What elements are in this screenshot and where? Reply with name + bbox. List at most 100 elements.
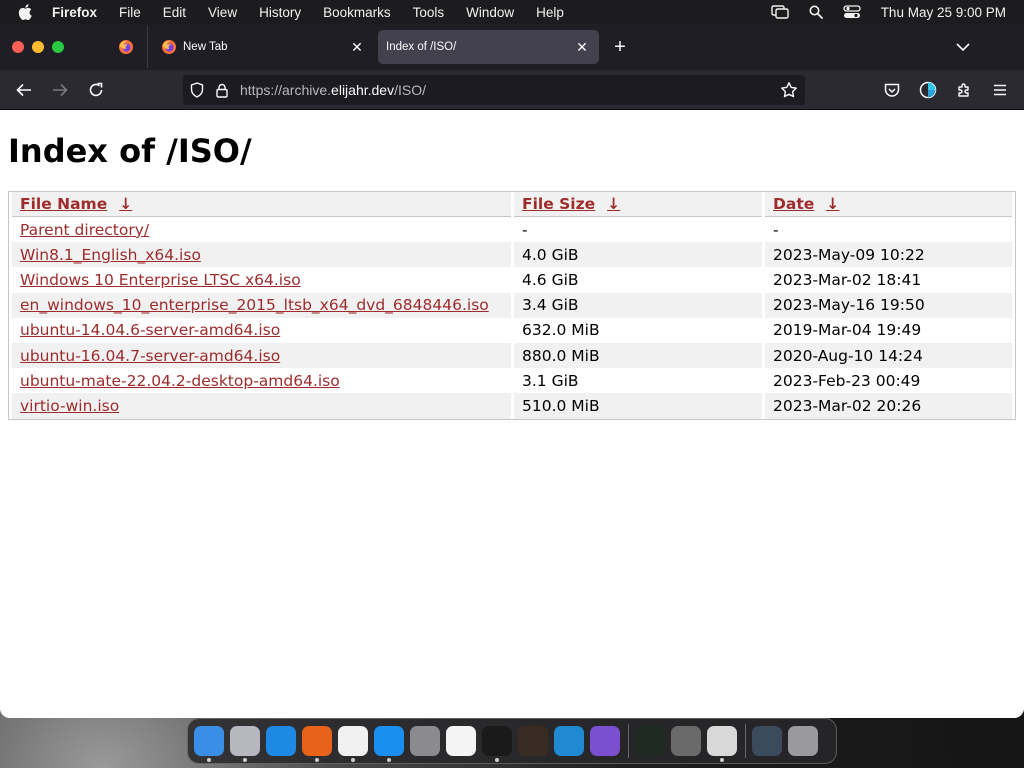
file-date-cell: 2023-Mar-02 20:26 xyxy=(765,393,1012,419)
column-header-file-name[interactable]: File Name ↓ xyxy=(12,192,511,217)
tab-index-iso[interactable]: Index of /ISO/ ✕ xyxy=(378,30,599,64)
url-text[interactable]: https://archive.elijahr.dev/ISO/ xyxy=(240,82,426,98)
table-row: Windows 10 Enterprise LTSC x64.iso 4.6 G… xyxy=(12,267,1012,292)
running-indicator xyxy=(207,758,211,762)
vscode-icon[interactable] xyxy=(554,726,584,756)
close-tab-icon[interactable]: ✕ xyxy=(346,36,368,58)
menu-help[interactable]: Help xyxy=(536,5,564,20)
forward-arrow-icon[interactable] xyxy=(48,78,72,102)
menu-edit[interactable]: Edit xyxy=(163,5,186,20)
table-row: Parent directory/ - - xyxy=(12,217,1012,242)
file-size-cell: 3.1 GiB xyxy=(522,371,579,390)
zoom-window-button[interactable] xyxy=(52,41,64,53)
menu-window[interactable]: Window xyxy=(466,5,514,20)
chrome-icon[interactable] xyxy=(338,726,368,762)
chess-icon[interactable] xyxy=(671,726,701,756)
file-name-cell: Win8.1_English_x64.iso xyxy=(12,242,511,268)
sort-file-size-link[interactable]: File Size ↓ xyxy=(522,195,620,213)
control-center-icon[interactable] xyxy=(843,5,861,19)
file-size-cell: 510.0 MiB xyxy=(514,393,762,419)
safari-icon[interactable] xyxy=(266,726,296,756)
disk-utility-icon[interactable] xyxy=(707,726,737,762)
file-link[interactable]: Windows 10 Enterprise LTSC x64.iso xyxy=(20,271,301,289)
file-size-cell: - xyxy=(522,220,528,239)
file-name-cell: virtio-win.iso xyxy=(12,393,511,419)
running-indicator xyxy=(351,758,355,762)
close-window-button[interactable] xyxy=(12,41,24,53)
file-date-cell: 2020-Aug-10 14:24 xyxy=(765,342,1012,369)
file-date-cell: 2023-May-09 10:22 xyxy=(765,242,1012,268)
apple-menu-icon[interactable] xyxy=(18,0,38,24)
dock-separator xyxy=(628,724,629,758)
firefox-view-button[interactable] xyxy=(104,26,148,68)
file-link[interactable]: ubuntu-16.04.7-server-amd64.iso xyxy=(20,347,280,365)
lock-icon[interactable] xyxy=(216,83,228,98)
address-bar[interactable]: https://archive.elijahr.dev/ISO/ xyxy=(183,75,805,105)
sort-date-link[interactable]: Date ↓ xyxy=(773,195,839,213)
app-store-icon[interactable] xyxy=(374,726,404,762)
back-arrow-icon[interactable] xyxy=(12,78,36,102)
system-settings-icon[interactable] xyxy=(410,726,440,756)
firefox-icon[interactable] xyxy=(302,726,332,762)
tab-list-chevron-down-icon[interactable] xyxy=(952,36,974,58)
menu-tools[interactable]: Tools xyxy=(413,5,445,20)
menu-view[interactable]: View xyxy=(208,5,237,20)
firefox-icon xyxy=(118,40,133,54)
account-avatar-icon[interactable] xyxy=(916,78,940,102)
file-link[interactable]: ubuntu-mate-22.04.2-desktop-amd64.iso xyxy=(20,372,340,390)
sort-file-name-link[interactable]: File Name ↓ xyxy=(20,195,132,213)
menu-app-name[interactable]: Firefox xyxy=(52,5,97,20)
menu-file[interactable]: File xyxy=(119,5,141,20)
file-date-cell: 2023-Mar-02 18:41 xyxy=(773,270,922,289)
menu-bar-clock[interactable]: Thu May 25 9:00 PM xyxy=(881,5,1006,20)
hamburger-menu-icon[interactable] xyxy=(988,78,1012,102)
file-link[interactable]: ubuntu-14.04.6-server-amd64.iso xyxy=(20,321,280,339)
file-link[interactable]: Win8.1_English_x64.iso xyxy=(20,246,201,264)
bookmark-star-icon[interactable] xyxy=(780,81,798,99)
file-size-cell: 632.0 MiB xyxy=(522,321,600,340)
file-size-cell: 4.6 GiB xyxy=(522,270,579,289)
table-row: en_windows_10_enterprise_2015_ltsb_x64_d… xyxy=(12,292,1012,318)
file-link[interactable]: en_windows_10_enterprise_2015_ltsb_x64_d… xyxy=(20,296,489,314)
file-name-cell: ubuntu-mate-22.04.2-desktop-amd64.iso xyxy=(12,368,511,393)
minimize-window-button[interactable] xyxy=(32,41,44,53)
file-size-cell: 3.4 GiB xyxy=(514,292,762,318)
garageband-icon[interactable] xyxy=(518,726,548,756)
tab-label: Index of /ISO/ xyxy=(386,41,457,53)
downloads-stack-icon[interactable] xyxy=(752,726,782,756)
launchpad-icon[interactable] xyxy=(230,726,260,762)
trash-icon[interactable] xyxy=(788,726,818,756)
terminal-icon[interactable] xyxy=(482,726,512,762)
table-row: ubuntu-16.04.7-server-amd64.iso 880.0 Mi… xyxy=(12,342,1012,369)
running-indicator xyxy=(387,758,391,762)
menu-history[interactable]: History xyxy=(259,5,301,20)
file-date-cell: 2023-Feb-23 00:49 xyxy=(773,371,921,390)
extensions-puzzle-icon[interactable] xyxy=(952,78,976,102)
tab-new-tab[interactable]: New Tab ✕ xyxy=(152,30,374,64)
column-header-file-size[interactable]: File Size ↓ xyxy=(514,192,762,217)
screen-mirror-icon[interactable] xyxy=(770,5,789,19)
spotlight-search-icon[interactable] xyxy=(809,5,823,19)
file-link[interactable]: virtio-win.iso xyxy=(20,397,119,415)
browser-window: New Tab ✕ Index of /ISO/ ✕ + https://arc… xyxy=(0,24,1024,718)
tracking-protection-shield-icon[interactable] xyxy=(190,82,204,98)
column-header-date[interactable]: Date ↓ xyxy=(765,192,1012,217)
menu-bar: Firefox File Edit View History Bookmarks… xyxy=(0,0,1024,24)
activity-monitor-icon[interactable] xyxy=(635,726,665,756)
visual-studio-icon[interactable] xyxy=(590,726,620,756)
reload-icon[interactable] xyxy=(84,78,108,102)
file-size-cell: 4.0 GiB xyxy=(514,242,762,268)
menu-bookmarks[interactable]: Bookmarks xyxy=(323,5,391,20)
running-indicator xyxy=(315,758,319,762)
file-name-cell: Windows 10 Enterprise LTSC x64.iso xyxy=(12,267,511,292)
page-title: Index of /ISO/ xyxy=(8,132,252,170)
parent-directory-link[interactable]: Parent directory/ xyxy=(20,221,149,239)
new-tab-plus-icon[interactable]: + xyxy=(609,36,631,58)
tab-bar: New Tab ✕ Index of /ISO/ ✕ + xyxy=(0,24,1024,70)
close-tab-icon[interactable]: ✕ xyxy=(571,36,593,58)
table-row: Win8.1_English_x64.iso 4.0 GiB 2023-May-… xyxy=(12,242,1012,268)
textedit-icon[interactable] xyxy=(446,726,476,756)
navigation-toolbar: https://archive.elijahr.dev/ISO/ xyxy=(0,70,1024,110)
finder-icon[interactable] xyxy=(194,726,224,762)
pocket-icon[interactable] xyxy=(880,78,904,102)
